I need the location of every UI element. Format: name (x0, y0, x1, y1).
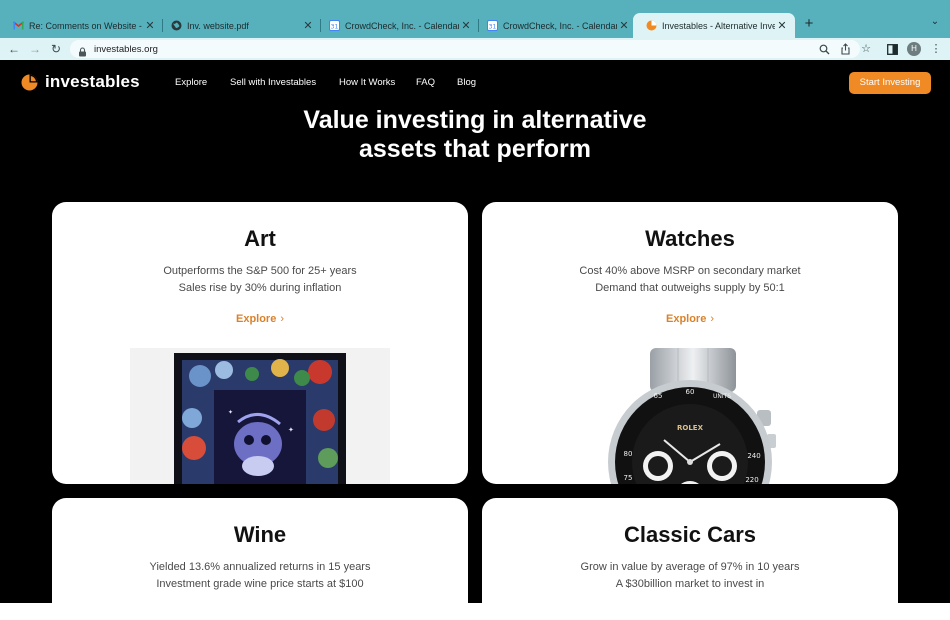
tab-crowdcheck-calendar-1[interactable]: 31 CrowdCheck, Inc. - Calendar - ✕ (316, 13, 479, 38)
close-tab-icon[interactable]: ✕ (143, 19, 157, 32)
watch-brand-text: ROLEX (677, 424, 704, 432)
nav-explore[interactable]: Explore (175, 77, 207, 88)
card-art[interactable]: Art Outperforms the S&P 500 for 25+ year… (52, 202, 468, 484)
address-bar[interactable]: investables.org (70, 40, 860, 58)
card-description-line: Grow in value by average of 97% in 10 ye… (580, 561, 800, 573)
share-icon[interactable] (838, 41, 852, 57)
svg-text:✦: ✦ (228, 409, 233, 416)
card-description-line: Yielded 13.6% annualized returns in 15 y… (149, 561, 371, 573)
gmail-icon (13, 20, 24, 31)
tab-title: CrowdCheck, Inc. - Calendar - (345, 20, 459, 31)
reload-icon[interactable]: ↻ (48, 41, 64, 57)
tab-title: Re: Comments on Website - h (29, 20, 143, 31)
browser-toolbar: ← → ↻ investables.org ☆ H ⋮ (0, 38, 950, 60)
card-description: Outperforms the S&P 500 for 25+ years Sa… (52, 263, 468, 297)
card-wine[interactable]: Wine Yielded 13.6% annualized returns in… (52, 498, 468, 603)
bookmark-star-icon[interactable]: ☆ (859, 41, 873, 57)
close-tab-icon[interactable]: ✕ (459, 19, 473, 32)
close-tab-icon[interactable]: ✕ (617, 19, 631, 32)
card-classic-cars[interactable]: Classic Cars Grow in value by average of… (482, 498, 898, 603)
tab-gmail[interactable]: Re: Comments on Website - h ✕ (0, 13, 163, 38)
investables-icon (646, 20, 657, 31)
bezel-number: 75 (624, 474, 633, 482)
browser-tab-bar: Re: Comments on Website - h ✕ Inv. websi… (0, 0, 950, 38)
explore-label: Explore (235, 313, 277, 325)
more-menu-icon[interactable]: ⋮ (929, 41, 943, 57)
tab-search-chevron-icon[interactable]: ⌄ (928, 16, 942, 32)
bezel-number: 220 (745, 476, 758, 484)
tab-investables[interactable]: Investables - Alternative Invest ✕ (633, 13, 795, 38)
calendar-icon: 31 (487, 20, 498, 31)
nav-sell-with-investables[interactable]: Sell with Investables (230, 77, 316, 88)
card-title: Wine (233, 522, 287, 547)
hero-line-1: Value investing in alternative (303, 106, 647, 134)
card-description-line: Demand that outweighs supply by 50:1 (595, 282, 785, 294)
investables-logo[interactable]: investables (21, 72, 140, 92)
rolex-watch-image: ROLEX 60 65 UNITS 240 220 80 75 (482, 348, 898, 484)
chevron-right-icon: › (710, 313, 715, 325)
svg-text:31: 31 (489, 23, 497, 30)
bezel-number: 60 (686, 388, 695, 396)
url-text: investables.org (94, 43, 158, 55)
side-panel-icon[interactable] (885, 41, 899, 57)
forward-arrow-icon[interactable]: → (27, 41, 43, 57)
tab-title: Investables - Alternative Invest (662, 20, 775, 31)
card-watches[interactable]: Watches Cost 40% above MSRP on secondary… (482, 202, 898, 484)
nav-blog[interactable]: Blog (457, 77, 476, 88)
tab-crowdcheck-calendar-2[interactable]: 31 CrowdCheck, Inc. - Calendar - ✕ (474, 13, 637, 38)
card-description: Grow in value by average of 97% in 10 ye… (482, 559, 898, 593)
bezel-number: UNITS (713, 393, 731, 400)
close-tab-icon[interactable]: ✕ (775, 19, 789, 32)
card-description: Yielded 13.6% annualized returns in 15 y… (52, 559, 468, 593)
tab-inv-website-pdf[interactable]: Inv. website.pdf ✕ (158, 13, 321, 38)
card-title: Watches (645, 226, 735, 251)
hero-line-2: assets that perform (358, 135, 592, 163)
lock-icon (78, 44, 87, 57)
chevron-right-icon: › (280, 313, 285, 325)
card-description: Cost 40% above MSRP on secondary market … (482, 263, 898, 297)
new-tab-button[interactable]: + (801, 15, 817, 33)
tab-title: CrowdCheck, Inc. - Calendar - (503, 20, 617, 31)
investables-logo-icon (21, 74, 38, 91)
bezel-number: 80 (624, 450, 633, 458)
card-description-line: Outperforms the S&P 500 for 25+ years (163, 265, 357, 277)
card-description-line: Cost 40% above MSRP on secondary market (579, 265, 801, 277)
hero-heading: Value investing in alternative assets th… (0, 106, 950, 164)
svg-text:31: 31 (331, 23, 339, 30)
tab-title: Inv. website.pdf (187, 20, 249, 31)
page-content: investables Explore Sell with Investable… (0, 60, 950, 603)
svg-text:✦: ✦ (288, 426, 294, 434)
back-arrow-icon[interactable]: ← (6, 41, 22, 57)
nav-faq[interactable]: FAQ (416, 77, 435, 88)
explore-link[interactable]: Explore › (482, 313, 898, 325)
card-description-line: Sales rise by 30% during inflation (178, 282, 342, 294)
framed-artwork-image: ✦ ✦ (52, 348, 468, 484)
nav-how-it-works[interactable]: How It Works (339, 77, 395, 88)
explore-link[interactable]: Explore › (52, 313, 468, 325)
start-investing-button[interactable]: Start Investing (849, 72, 931, 94)
card-title: Art (244, 226, 276, 251)
brand-name: investables (45, 72, 140, 91)
card-description-line: A $30billion market to invest in (615, 578, 765, 590)
zoom-icon[interactable] (817, 41, 831, 57)
bezel-number: 65 (654, 392, 663, 400)
close-tab-icon[interactable]: ✕ (301, 19, 315, 32)
calendar-icon: 31 (329, 20, 340, 31)
profile-avatar[interactable]: H (907, 42, 921, 56)
globe-icon (171, 20, 182, 31)
bezel-number: 240 (747, 452, 760, 460)
card-title: Classic Cars (623, 522, 757, 547)
explore-label: Explore (665, 313, 707, 325)
card-description-line: Investment grade wine price starts at $1… (156, 578, 364, 590)
